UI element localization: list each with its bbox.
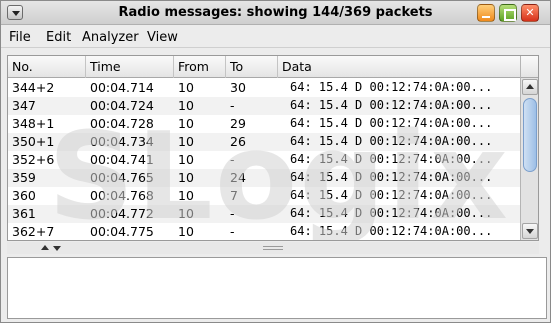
cell-to: -	[230, 206, 235, 221]
cell-from: 10	[178, 134, 194, 149]
cell-time: 00:04.772	[90, 206, 154, 221]
packet-detail-pane[interactable]	[7, 257, 547, 319]
scrollbar-thumb[interactable]	[523, 98, 537, 172]
header-corner	[521, 56, 538, 78]
cell-no: 350+1	[12, 134, 55, 149]
maximize-button[interactable]	[499, 4, 517, 22]
cell-from: 10	[178, 116, 194, 131]
cell-no: 352+6	[12, 152, 55, 167]
menu-file[interactable]: File	[9, 30, 31, 45]
cell-no: 344+2	[12, 80, 55, 95]
table-row[interactable]: 362+7 00:04.775 10 - 64: 15.4 D 00:12:74…	[8, 223, 520, 240]
scroll-down-arrow-icon[interactable]	[522, 223, 538, 239]
cell-data: 64: 15.4 D 00:12:74:0A:00...	[290, 98, 493, 112]
vertical-scrollbar[interactable]	[520, 56, 538, 240]
cell-time: 00:04.768	[90, 188, 154, 203]
cell-time: 00:04.741	[90, 152, 154, 167]
cell-time: 00:04.714	[90, 80, 154, 95]
cell-time: 00:04.775	[90, 224, 154, 239]
cell-to: 26	[230, 134, 246, 149]
cell-from: 10	[178, 170, 194, 185]
cell-no: 361	[12, 206, 36, 221]
close-button[interactable]: ✕	[521, 4, 539, 22]
minimize-icon	[478, 5, 494, 21]
cell-from: 10	[178, 188, 194, 203]
cell-from: 10	[178, 80, 194, 95]
column-header-to[interactable]: To	[226, 56, 278, 78]
cell-data: 64: 15.4 D 00:12:74:0A:00...	[290, 134, 493, 148]
cell-to: -	[230, 152, 235, 167]
cell-from: 10	[178, 152, 194, 167]
cell-data: 64: 15.4 D 00:12:74:0A:00...	[290, 224, 493, 238]
radio-messages-window: Radio messages: showing 144/369 packets …	[0, 0, 551, 323]
cell-data: 64: 15.4 D 00:12:74:0A:00...	[290, 188, 493, 202]
column-header-from[interactable]: From	[174, 56, 226, 78]
table-row[interactable]: 361 00:04.772 10 - 64: 15.4 D 00:12:74:0…	[8, 205, 520, 223]
cell-data: 64: 15.4 D 00:12:74:0A:00...	[290, 152, 493, 166]
table-body: 344+2 00:04.714 10 30 64: 15.4 D 00:12:7…	[8, 79, 520, 240]
table-row[interactable]: 352+6 00:04.741 10 - 64: 15.4 D 00:12:74…	[8, 151, 520, 169]
cell-no: 362+7	[12, 224, 55, 239]
cell-to: 7	[230, 188, 238, 203]
cell-no: 359	[12, 170, 36, 185]
cell-to: 30	[230, 80, 246, 95]
table-row[interactable]: 347 00:04.724 10 - 64: 15.4 D 00:12:74:0…	[8, 97, 520, 115]
divider-grip-icon[interactable]	[263, 246, 283, 250]
menu-view[interactable]: View	[147, 30, 178, 45]
cell-time: 00:04.728	[90, 116, 154, 131]
scroll-up-arrow-icon[interactable]	[522, 79, 538, 95]
title-bar[interactable]: Radio messages: showing 144/369 packets …	[1, 1, 550, 25]
table-row[interactable]: 360 00:04.768 10 7 64: 15.4 D 00:12:74:0…	[8, 187, 520, 205]
column-header-time[interactable]: Time	[86, 56, 174, 78]
expand-up-arrow-icon[interactable]	[41, 245, 49, 250]
expand-down-arrow-icon[interactable]	[53, 246, 61, 251]
cell-to: 24	[230, 170, 246, 185]
cell-from: 10	[178, 224, 194, 239]
cell-no: 347	[12, 98, 36, 113]
cell-data: 64: 15.4 D 00:12:74:0A:00...	[290, 206, 493, 220]
cell-time: 00:04.765	[90, 170, 154, 185]
table-row[interactable]: 348+1 00:04.728 10 29 64: 15.4 D 00:12:7…	[8, 115, 520, 133]
packet-table: No. Time From To Data 344+2 00:04.714 10…	[7, 55, 539, 241]
table-row[interactable]: 359 00:04.765 10 24 64: 15.4 D 00:12:74:…	[8, 169, 520, 187]
maximize-icon	[500, 5, 516, 21]
cell-no: 348+1	[12, 116, 55, 131]
cell-time: 00:04.734	[90, 134, 154, 149]
cell-to: -	[230, 224, 235, 239]
column-header-no[interactable]: No.	[8, 56, 86, 78]
cell-time: 00:04.724	[90, 98, 154, 113]
cell-from: 10	[178, 206, 194, 221]
split-pane-divider[interactable]	[7, 242, 539, 254]
table-header: No. Time From To Data	[8, 56, 520, 78]
menu-bar: File Edit Analyzer View	[1, 26, 550, 48]
table-row[interactable]: 344+2 00:04.714 10 30 64: 15.4 D 00:12:7…	[8, 79, 520, 97]
window-title: Radio messages: showing 144/369 packets	[118, 5, 433, 20]
menu-edit[interactable]: Edit	[46, 30, 71, 45]
cell-from: 10	[178, 98, 194, 113]
cell-to: -	[230, 98, 235, 113]
cell-to: 29	[230, 116, 246, 131]
cell-data: 64: 15.4 D 00:12:74:0A:00...	[290, 170, 493, 184]
cell-data: 64: 15.4 D 00:12:74:0A:00...	[290, 116, 493, 130]
cell-no: 360	[12, 188, 36, 203]
column-header-data[interactable]: Data	[278, 56, 520, 78]
minimize-button[interactable]	[477, 4, 495, 22]
table-row[interactable]: 350+1 00:04.734 10 26 64: 15.4 D 00:12:7…	[8, 133, 520, 151]
menu-analyzer[interactable]: Analyzer	[82, 30, 139, 45]
cell-data: 64: 15.4 D 00:12:74:0A:00...	[290, 80, 493, 94]
close-icon: ✕	[525, 6, 535, 19]
